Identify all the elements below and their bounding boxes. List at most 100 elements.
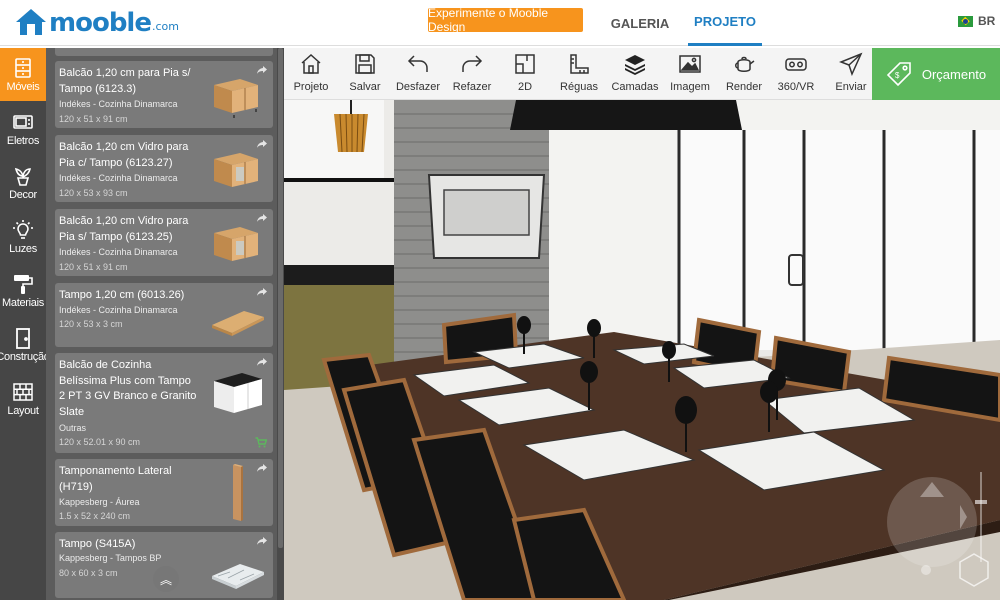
- catalog-scrollbar[interactable]: [277, 48, 284, 600]
- top-header: mooble .com Experimente o Mooble Design …: [0, 0, 1000, 46]
- orcamento-button[interactable]: $ Orçamento: [872, 48, 1000, 100]
- cart-icon[interactable]: [255, 437, 267, 448]
- category-layout[interactable]: Layout: [0, 372, 46, 425]
- share-icon[interactable]: [256, 463, 268, 473]
- category-label: Materiais: [2, 296, 44, 309]
- door-icon: [16, 327, 30, 349]
- view-cube-icon: [959, 553, 989, 587]
- scroll-to-top-button[interactable]: ︽: [153, 566, 179, 592]
- undo-icon: [407, 55, 428, 72]
- item-dimensions: 80 x 60 x 3 cm: [59, 568, 118, 578]
- category-label: Layout: [7, 404, 39, 417]
- kitchen-counter-thumbnail: [214, 373, 262, 413]
- tool-label: Salvar: [349, 81, 381, 93]
- side-panel-thumbnail: [233, 464, 243, 521]
- tool-enviar[interactable]: Enviar: [830, 52, 872, 96]
- item-dimensions: 1.5 x 52 x 240 cm: [59, 511, 131, 521]
- tool-reguas[interactable]: Réguas: [558, 52, 600, 96]
- price-tag-icon: $: [886, 62, 911, 87]
- item-brand: Indékes - Cozinha Dinamarca: [59, 247, 178, 257]
- item-title: Balcão 1,20 cm Vidro para Pia c/ Tampo (…: [59, 141, 189, 169]
- tool-label: Enviar: [835, 81, 867, 93]
- tab-projeto[interactable]: PROJETO: [688, 0, 762, 46]
- navigation-widget[interactable]: [882, 462, 992, 592]
- zoom-slider-handle: [975, 500, 987, 504]
- category-eletros[interactable]: Eletros: [0, 102, 46, 155]
- catalog-item[interactable]: Tamponamento Lateral (H719) Kappesberg -…: [55, 459, 273, 526]
- tool-label: Desfazer: [395, 81, 441, 93]
- tool-projeto[interactable]: Projeto: [290, 52, 332, 96]
- tool-salvar[interactable]: Salvar: [344, 52, 386, 96]
- home-icon: [301, 53, 321, 74]
- logo-text: mooble: [49, 8, 152, 38]
- cabinet-icon: [15, 57, 31, 78]
- item-dimensions: 120 x 52.01 x 90 cm: [59, 437, 141, 447]
- plant-icon: [14, 167, 32, 186]
- layers-icon: [625, 55, 645, 75]
- item-brand: Indékes - Cozinha Dinamarca: [59, 305, 178, 315]
- tool-desfazer[interactable]: Desfazer: [394, 52, 442, 96]
- tool-label: Projeto: [293, 81, 329, 93]
- category-sidebar: Móveis Eletros Decor Luzes Materiais Con…: [0, 48, 50, 600]
- logo-suffix: .com: [151, 20, 179, 33]
- item-title: Balcão 1,20 cm Vidro para Pia s/ Tampo (…: [59, 215, 189, 243]
- brazil-flag-icon: [958, 15, 973, 27]
- language-selector[interactable]: BR: [958, 14, 995, 28]
- tool-refazer[interactable]: Refazer: [450, 52, 494, 96]
- item-dimensions: 120 x 51 x 91 cm: [59, 114, 128, 124]
- category-moveis[interactable]: Móveis: [0, 48, 46, 101]
- microwave-icon: [13, 114, 33, 129]
- orcamento-label: Orçamento: [921, 66, 987, 82]
- item-dimensions: 120 x 51 x 91 cm: [59, 262, 128, 272]
- item-title: Tampo 1,20 cm (6013.26): [59, 289, 185, 301]
- image-icon: [679, 55, 701, 73]
- category-label: Móveis: [6, 80, 40, 93]
- main-toolbar: Projeto Salvar Desfazer Refazer 2D Régua…: [284, 48, 872, 100]
- scrollbar-thumb[interactable]: [278, 48, 283, 548]
- category-materiais[interactable]: Materiais: [0, 264, 46, 317]
- share-icon[interactable]: [256, 536, 268, 546]
- item-dimensions: 120 x 53 x 93 cm: [59, 188, 128, 198]
- tool-label: Render: [725, 81, 763, 93]
- item-brand: Kappesberg - Tampos BP: [59, 553, 162, 563]
- tool-360-vr[interactable]: 360/VR: [774, 52, 818, 96]
- catalog-item[interactable]: Balcão de Cozinha Belíssima Plus com Tam…: [55, 353, 273, 453]
- floorplan-2d-icon: [515, 54, 535, 74]
- category-construcao[interactable]: Construção: [0, 318, 50, 371]
- try-mooble-design-button[interactable]: Experimente o Mooble Design: [428, 6, 583, 34]
- rotate-icon: [921, 565, 931, 575]
- catalog-item[interactable]: Tampo 1,20 cm (6013.26) Indékes - Cozinh…: [55, 283, 273, 347]
- category-label: Decor: [9, 188, 37, 201]
- 3d-viewport[interactable]: [284, 100, 1000, 600]
- item-brand: Kappesberg - Áurea: [59, 497, 140, 507]
- tool-label: Réguas: [560, 81, 598, 93]
- tool-label: 360/VR: [777, 81, 815, 93]
- category-label: Luzes: [9, 242, 37, 255]
- catalog-item[interactable]: Balcão 1,20 cm Vidro para Pia s/ Tampo (…: [55, 209, 273, 276]
- tool-camadas[interactable]: Camadas: [610, 52, 660, 96]
- tool-label: 2D: [517, 81, 533, 93]
- tool-render[interactable]: Render: [722, 52, 766, 96]
- item-title: Tamponamento Lateral (H719): [59, 465, 172, 493]
- double-chevron-up-icon: ︽: [159, 572, 172, 587]
- category-decor[interactable]: Decor: [0, 156, 46, 209]
- cabinet-thumbnail: [214, 79, 258, 118]
- item-title: Tampo (S415A): [59, 538, 136, 550]
- tool-label: Camadas: [611, 81, 659, 93]
- house-logo-icon: [16, 9, 46, 35]
- svg-text:$: $: [895, 71, 900, 80]
- countertop-thumbnail: [212, 311, 264, 336]
- item-dimensions: 120 x 53 x 3 cm: [59, 319, 123, 329]
- lightbulb-icon: [13, 219, 33, 239]
- tab-galeria[interactable]: GALERIA: [605, 0, 675, 46]
- catalog-item[interactable]: Balcão 1,20 cm para Pia s/ Tampo (6123.3…: [55, 61, 273, 128]
- paint-roller-icon: [14, 274, 33, 294]
- catalog-item-cut[interactable]: [55, 48, 273, 56]
- tool-imagem[interactable]: Imagem: [668, 52, 712, 96]
- category-luzes[interactable]: Luzes: [0, 210, 46, 263]
- tool-2d[interactable]: 2D: [506, 52, 544, 96]
- mooble-logo[interactable]: mooble .com: [14, 7, 179, 37]
- tool-label: Imagem: [670, 81, 710, 93]
- item-brand: Indékes - Cozinha Dinamarca: [59, 99, 178, 109]
- catalog-item[interactable]: Balcão 1,20 cm Vidro para Pia c/ Tampo (…: [55, 135, 273, 202]
